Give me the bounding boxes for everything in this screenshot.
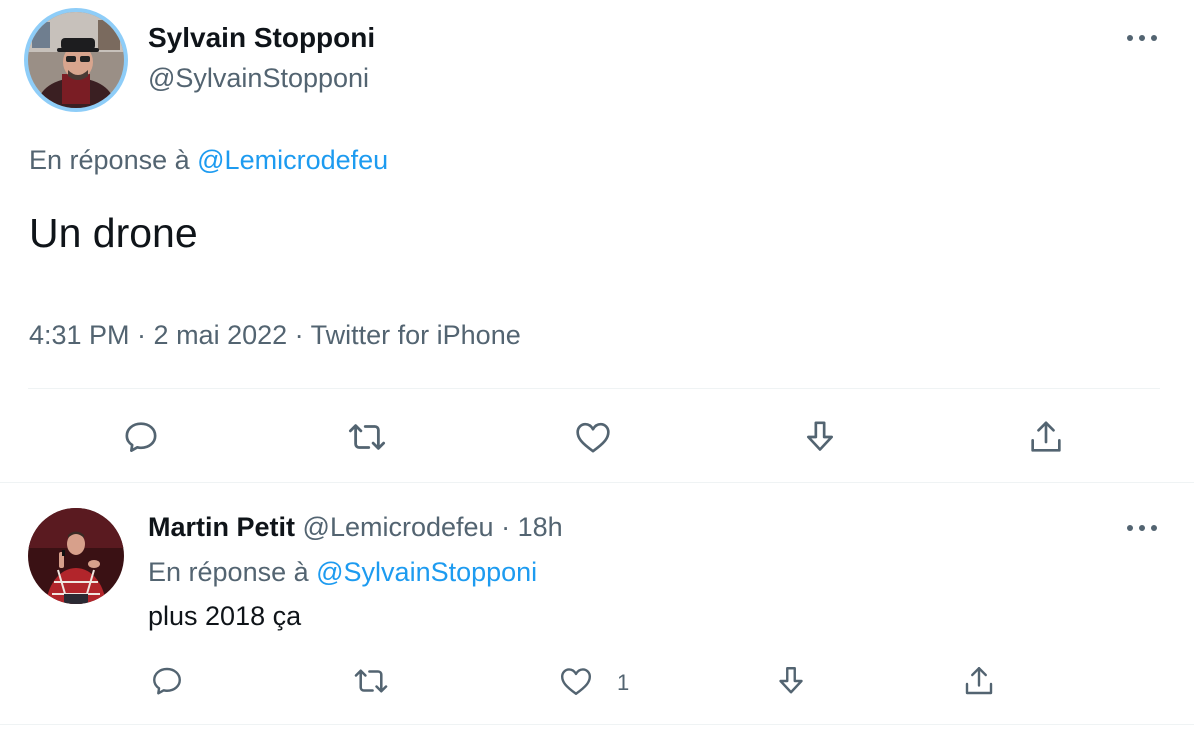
retweet-icon (354, 669, 388, 693)
reply-button[interactable] (118, 414, 164, 460)
bookmark-icon (807, 421, 833, 451)
author-handle[interactable]: @SylvainStopponi (148, 63, 369, 94)
reply-to-link[interactable]: @SylvainStopponi (316, 557, 537, 587)
retweet-button[interactable] (350, 660, 392, 702)
tweet-text: Un drone (29, 210, 198, 256)
like-button[interactable] (570, 414, 616, 460)
retweet-button[interactable] (344, 414, 390, 460)
share-icon (1031, 421, 1061, 452)
bookmark-button[interactable] (770, 660, 812, 702)
author-name[interactable]: Sylvain Stopponi (148, 22, 375, 54)
reply-author-handle[interactable]: @Lemicrodefeu (303, 512, 494, 542)
author-avatar[interactable] (24, 8, 128, 112)
like-button[interactable] (555, 660, 597, 702)
reply-button[interactable] (146, 660, 188, 702)
tweet-timestamp[interactable]: 4:31 PM · 2 mai 2022 · Twitter for iPhon… (29, 320, 521, 351)
reply-icon (125, 422, 157, 452)
reply-text: plus 2018 ça (148, 601, 302, 631)
like-count: 1 (617, 670, 630, 695)
share-icon (965, 667, 993, 695)
reply-context: En réponse à @Lemicrodefeu (29, 145, 388, 176)
reply-author-avatar[interactable] (28, 508, 124, 604)
like-icon (561, 668, 591, 695)
bookmark-icon (779, 667, 803, 694)
divider (0, 482, 1194, 483)
reply-icon (153, 667, 181, 695)
divider (28, 388, 1160, 389)
more-options-icon[interactable] (1122, 26, 1162, 50)
reply-author-name[interactable]: Martin Petit (148, 512, 295, 542)
reply-context: En réponse à @SylvainStopponi (148, 557, 537, 588)
bookmark-button[interactable] (797, 414, 843, 460)
more-options-icon[interactable] (1122, 516, 1162, 540)
reply-header: Martin Petit @Lemicrodefeu · 18h (148, 512, 563, 543)
reply-prefix: En réponse à (29, 145, 190, 175)
reply-to-link[interactable]: @Lemicrodefeu (197, 145, 388, 175)
share-button[interactable] (958, 660, 1000, 702)
divider (0, 724, 1194, 725)
separator-dot: · (501, 512, 511, 542)
reply-time[interactable]: 18h (518, 512, 563, 542)
reply-prefix: En réponse à (148, 557, 309, 587)
share-button[interactable] (1023, 414, 1069, 460)
like-icon (576, 422, 610, 453)
retweet-icon (348, 424, 386, 450)
